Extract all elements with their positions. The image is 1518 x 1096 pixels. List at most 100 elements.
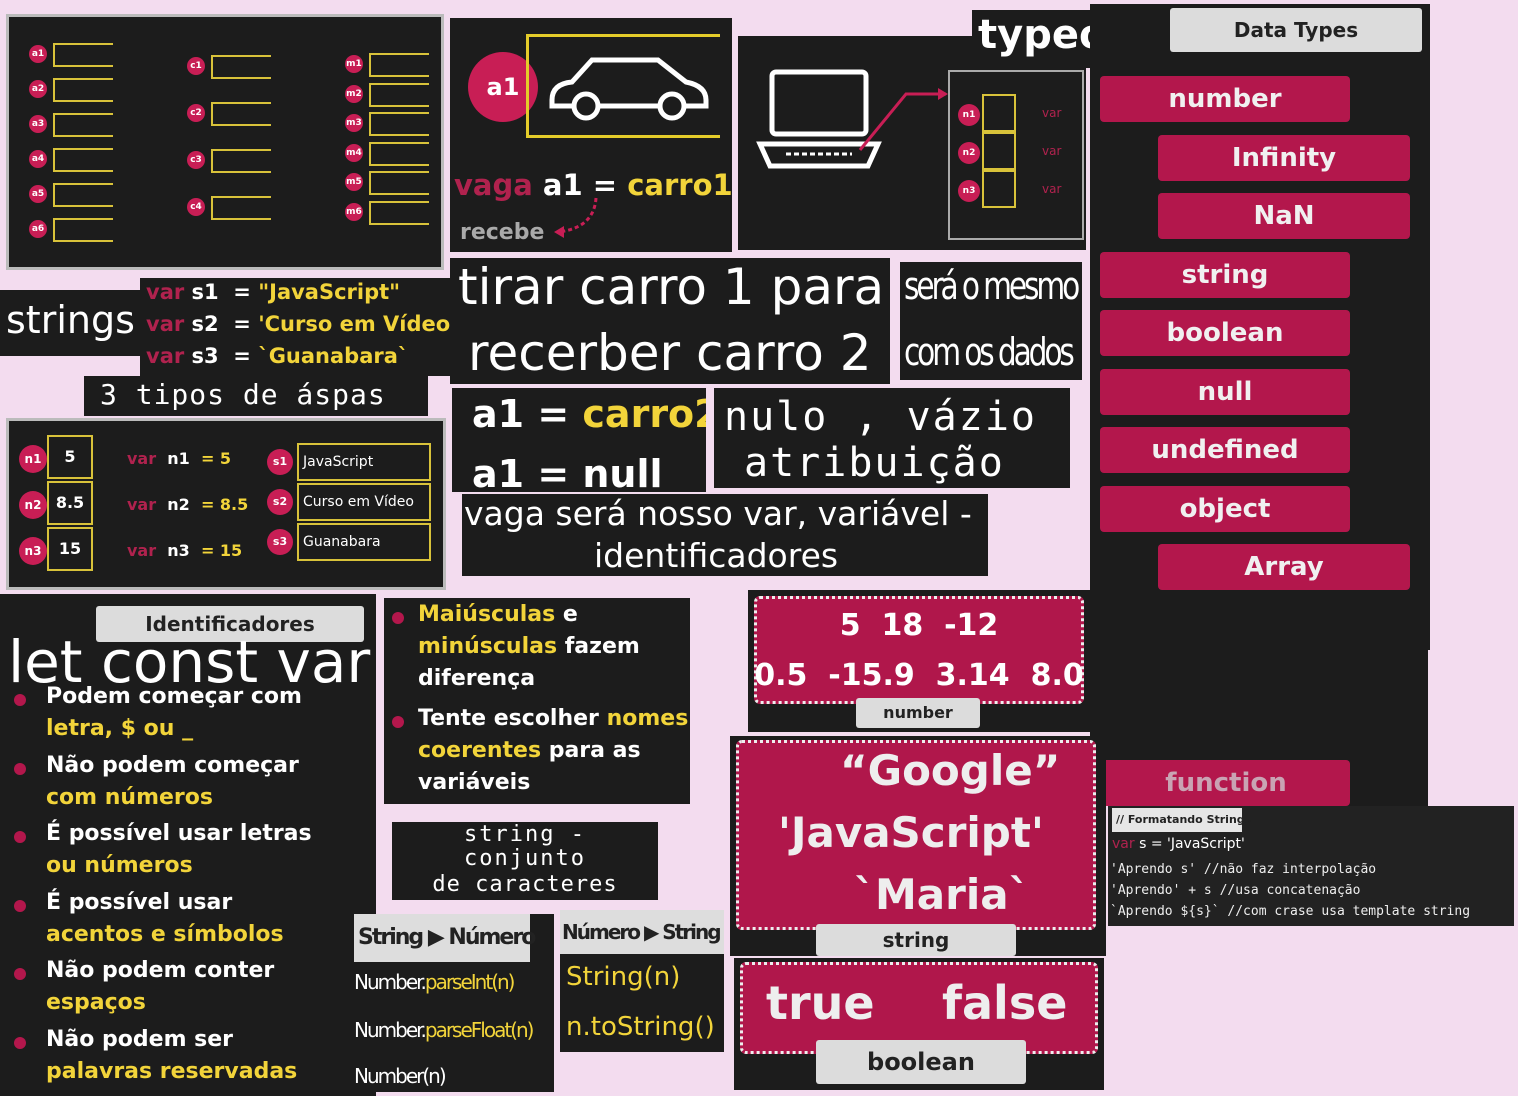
slot-badge: a1 (29, 45, 47, 63)
parking-slot (53, 183, 113, 207)
tip1-line1: Maiúsculas e (418, 602, 578, 627)
rule-line2: com números (46, 784, 213, 810)
parking-slot (369, 53, 429, 77)
num-value: 5 (219, 449, 232, 468)
eq-sign: = (200, 541, 220, 560)
parking-slot (53, 78, 113, 102)
vaga-line1: vaga será nosso var, variável - (464, 494, 972, 533)
string-def-line2: conjunto (464, 846, 586, 871)
tip1-line3: diferença (418, 666, 536, 691)
string-examples-panel: “Google” 'JavaScript' `Maria` string (730, 736, 1106, 956)
string-def-line1: string - (464, 822, 586, 847)
parking-slot (211, 149, 271, 173)
slot-badge: a4 (29, 150, 47, 168)
tip1-line2: minúsculas fazem (418, 634, 640, 659)
type-array[interactable]: Array (1158, 544, 1410, 590)
memory-cell (982, 170, 1016, 208)
conv1-number: Number(n) (354, 1064, 447, 1088)
tirar-line2: recerber carro 2 (468, 324, 872, 382)
bool-true: true (766, 976, 875, 1030)
string-def-line3: de caracteres (432, 872, 618, 897)
num-value: 15 (219, 541, 243, 560)
data-types-panel: Data Types number Infinity NaN string boolea… (1090, 4, 1430, 650)
type-undefined[interactable]: undefined (1100, 427, 1350, 473)
bullet-icon (392, 716, 404, 728)
tirar-line1: tirar carro 1 para (458, 258, 885, 316)
type-infinity[interactable]: Infinity (1158, 134, 1410, 181)
var-keyword: var (127, 495, 168, 514)
str-cell: JavaScript (297, 443, 431, 481)
string-to-number-panel: String ▶ Número Number.parseInt(n) Numbe… (354, 914, 554, 1092)
type-string[interactable]: string (1100, 251, 1350, 298)
rule-line2: ou números (46, 853, 193, 878)
mesmo-note: será o mesmo com os dados (900, 262, 1082, 380)
string-value: `Guanabara` (258, 344, 409, 368)
assign-panel: a1 vaga a1 = carro1 recebe (450, 18, 732, 252)
bullet-icon (14, 831, 26, 843)
type-number[interactable]: number (1100, 76, 1350, 122)
num-code: var n1 = 5 (127, 449, 231, 468)
var-keyword: var (146, 312, 192, 336)
var-name: n3 (167, 541, 201, 560)
typeof-title-panel: typeof (972, 10, 1090, 68)
bullet-icon (14, 899, 26, 912)
bullet-icon (14, 1036, 26, 1049)
str-badge: s2 (267, 489, 293, 515)
quotes-note-panel: 3 tipos de áspas (84, 376, 428, 416)
type-nan[interactable]: NaN (1158, 193, 1410, 239)
var-label: var (1042, 182, 1062, 196)
tip2-line3: variáveis (418, 770, 531, 795)
memory-panel: n1 var n2 var n3 var (738, 36, 1086, 250)
string-def-note: string - conjunto de caracteres (392, 822, 658, 900)
nulo-line1: nulo , vázio (724, 394, 1037, 440)
parking-slot (53, 218, 113, 242)
reassign-line: a1 = carro2 (472, 392, 706, 436)
var-name: n1 (167, 449, 201, 468)
var-keyword: var (146, 344, 192, 368)
parking-slot (53, 43, 113, 67)
string-var-line: var s3 = `Guanabara` (146, 344, 408, 368)
strings-label: strings (6, 298, 135, 342)
rule-line2: letra, $ ou _ (46, 716, 194, 741)
parking-slot (211, 102, 271, 126)
type-null[interactable]: null (1100, 368, 1350, 415)
eq-sign: = (233, 312, 259, 336)
quotes-note: 3 tipos de áspas (100, 378, 386, 411)
tirar-carro-note: tirar carro 1 para recerber carro 2 (450, 258, 890, 384)
slot-badge: m5 (345, 173, 363, 191)
var-label: var (1042, 144, 1062, 158)
string-value: "JavaScript" (258, 280, 401, 304)
string-var-line: var s1 = "JavaScript" (146, 280, 400, 304)
carro1-word: carro1 (627, 168, 732, 202)
boolean-examples-panel: true false boolean (734, 958, 1104, 1090)
type-boolean[interactable]: boolean (1100, 310, 1350, 356)
string-ex1: “Google” (840, 746, 1061, 795)
bullet-icon (14, 762, 26, 775)
rule-line1: Não podem conter (46, 958, 275, 983)
var-name: s3 (191, 344, 234, 368)
num-code: var n3 = 15 (127, 541, 242, 560)
number-examples-panel: 5 18 -12 0.5 -15.9 3.14 8.0 number (748, 590, 1090, 732)
conv1-header: String ▶ Número (354, 914, 536, 962)
parking-slot (211, 196, 271, 220)
rule-line1: É possível usar letras (46, 821, 312, 846)
parking-slot (369, 200, 429, 225)
slot-badge: c3 (187, 151, 205, 169)
slot-badge: c1 (187, 57, 205, 75)
num-cell: 8.5 (47, 481, 93, 525)
type-function[interactable]: function (1102, 760, 1350, 806)
format-code2: 'Aprendo' + s //usa concatenação (1110, 883, 1361, 898)
vaga-line2: identificadores (594, 536, 839, 575)
type-object[interactable]: object (1100, 485, 1350, 532)
mesmo-line2: com os dados (904, 330, 1075, 374)
function-panel: function (1090, 650, 1428, 806)
num-badge: n1 (19, 445, 47, 473)
slot-badge: c2 (187, 104, 205, 122)
string-var-line: var s2 = 'Curso em Vídeo' (146, 312, 450, 336)
eq-sign: = (200, 449, 220, 468)
num-value: 8.5 (219, 495, 249, 514)
rule-line1: Não podem começar (46, 752, 299, 778)
reassign-panel: a1 = carro2 a1 = null (452, 388, 706, 492)
conv2-tostring: n.toString() (566, 1012, 715, 1042)
parking-slot (53, 113, 113, 137)
